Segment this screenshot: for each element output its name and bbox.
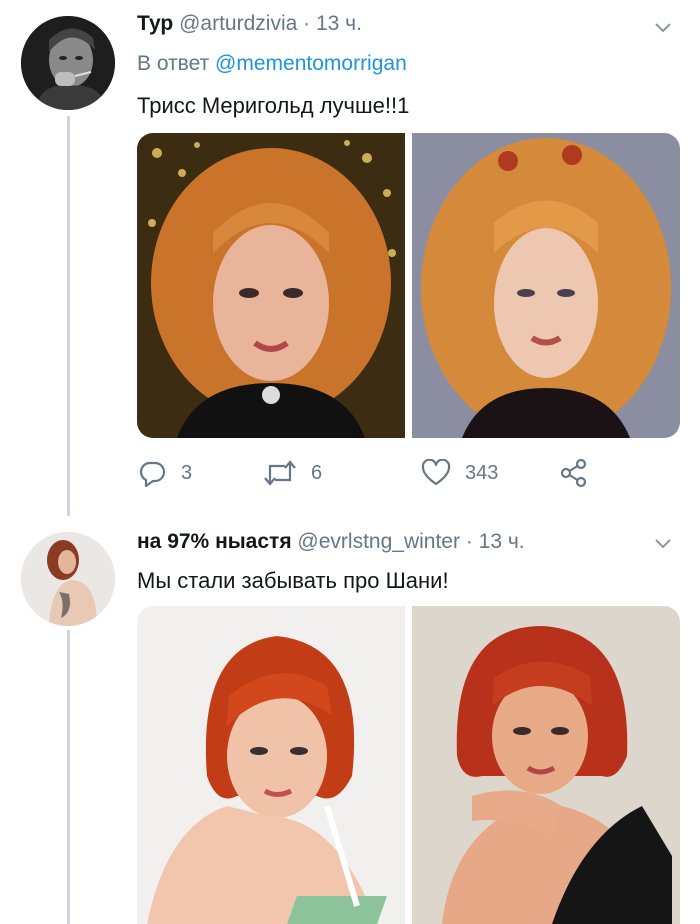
tweet-media[interactable] xyxy=(137,133,680,438)
reply-prefix: В ответ xyxy=(137,52,210,75)
timestamp[interactable]: 13 ч. xyxy=(479,530,525,553)
media-image-2[interactable] xyxy=(412,606,680,924)
photo-red-curly-hair-right xyxy=(412,133,680,438)
media-image-1[interactable] xyxy=(137,606,405,924)
avatar-photo xyxy=(21,16,115,110)
avatar-photo xyxy=(21,532,115,626)
like-action[interactable]: 343 xyxy=(421,459,559,487)
tweet-1[interactable]: Тур @arturdzivia · 13 ч. В ответ @mement… xyxy=(0,0,700,510)
retweet-count: 6 xyxy=(311,461,323,484)
like-count: 343 xyxy=(465,461,499,484)
chevron-down-icon[interactable] xyxy=(654,22,672,34)
heart-icon xyxy=(421,459,451,486)
reply-count: 3 xyxy=(181,461,193,484)
tweet-text: Мы стали забывать про Шани! xyxy=(137,568,449,593)
user-handle[interactable]: @evrlstng_winter xyxy=(297,530,460,553)
retweet-action[interactable]: 6 xyxy=(263,458,421,488)
display-name[interactable]: Тур xyxy=(137,12,173,35)
tweet-actions: 3 6 343 xyxy=(137,458,589,488)
tweet-text: Трисс Меригольд лучше!!1 xyxy=(137,93,410,118)
reply-to-handle-link[interactable]: @mementomorrigan xyxy=(215,52,407,75)
tweet-header: Тур @arturdzivia · 13 ч. xyxy=(137,12,362,36)
timestamp[interactable]: 13 ч. xyxy=(316,12,362,35)
reply-to-line: В ответ @mementomorrigan xyxy=(137,52,407,76)
photo-red-bob-left xyxy=(137,606,405,924)
tweet-header: на 97% ныастя @evrlstng_winter · 13 ч. xyxy=(137,530,525,554)
media-image-2[interactable] xyxy=(412,133,680,438)
photo-red-bob-right xyxy=(412,606,680,924)
avatar-evrlstng-winter[interactable] xyxy=(21,532,115,626)
retweet-icon xyxy=(264,460,296,486)
separator-dot: · xyxy=(465,530,473,553)
tweet-media[interactable] xyxy=(137,606,680,924)
separator-dot: · xyxy=(303,12,311,35)
photo-red-curly-hair-left xyxy=(137,133,405,438)
reply-icon xyxy=(139,461,166,488)
reply-action[interactable]: 3 xyxy=(137,458,263,488)
display-name[interactable]: на 97% ныастя xyxy=(137,530,292,553)
chevron-down-icon[interactable] xyxy=(654,538,672,550)
media-image-1[interactable] xyxy=(137,133,405,438)
avatar-arturdzivia[interactable] xyxy=(21,16,115,110)
tweet-2[interactable]: на 97% ныастя @evrlstng_winter · 13 ч. М… xyxy=(0,518,700,924)
user-handle[interactable]: @arturdzivia xyxy=(179,12,297,35)
share-icon xyxy=(560,458,587,488)
share-action[interactable] xyxy=(559,458,589,488)
